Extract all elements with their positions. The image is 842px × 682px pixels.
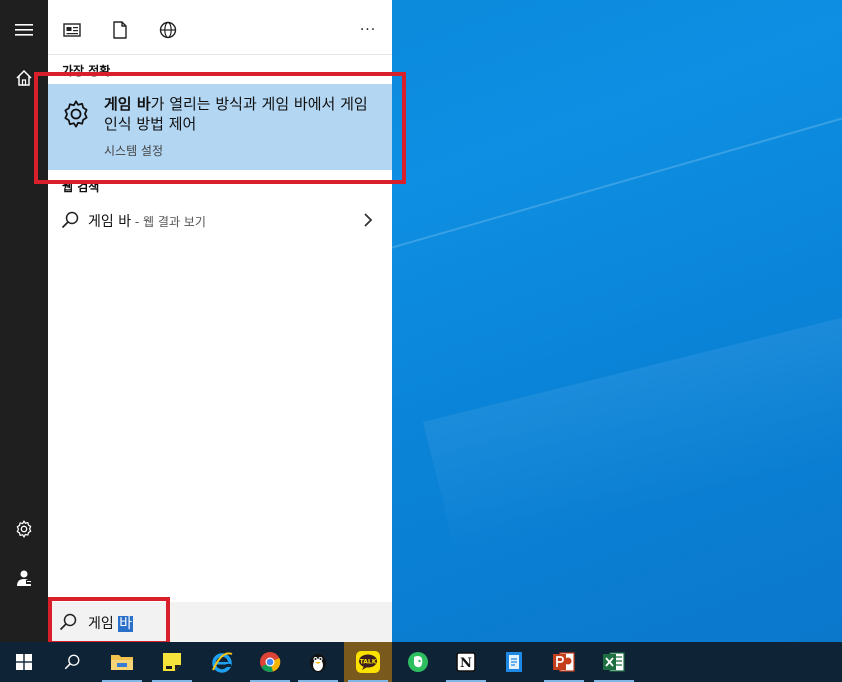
search-text-selected: 바 bbox=[118, 616, 134, 632]
web-result-query: 게임 바 bbox=[88, 214, 132, 230]
hamburger-menu-icon[interactable] bbox=[12, 18, 36, 42]
notion-label: N bbox=[460, 656, 472, 671]
chrome-icon[interactable] bbox=[246, 642, 294, 682]
search-text: 게임 bbox=[88, 616, 119, 632]
globe-icon[interactable] bbox=[156, 18, 180, 42]
search-toolbar: ··· bbox=[48, 0, 392, 55]
settings-gear-icon[interactable] bbox=[12, 517, 36, 541]
more-options-button[interactable]: ··· bbox=[356, 18, 380, 42]
start-icon[interactable] bbox=[0, 642, 48, 682]
settings-gear-icon bbox=[60, 98, 92, 130]
excel-icon[interactable] bbox=[590, 642, 638, 682]
best-match-subtitle: 시스템 설정 bbox=[104, 144, 164, 158]
best-match-title: 게임 바가 열리는 방식과 게임 바에서 게임 인식 방법 제어 bbox=[104, 94, 382, 134]
sticky-notes-icon[interactable] bbox=[148, 642, 196, 682]
news-icon[interactable] bbox=[60, 18, 84, 42]
app-icon[interactable] bbox=[490, 642, 538, 682]
file-explorer-icon[interactable] bbox=[98, 642, 146, 682]
web-search-label: 웹 검색 bbox=[62, 180, 100, 194]
search-box[interactable]: 게임 바 bbox=[48, 602, 392, 642]
search-icon bbox=[60, 210, 80, 230]
penguin-app-icon[interactable] bbox=[294, 642, 342, 682]
user-account-icon[interactable] bbox=[12, 566, 36, 590]
best-match-label: 가장 정확 bbox=[62, 64, 111, 78]
home-icon[interactable] bbox=[12, 66, 36, 90]
web-result-hint: - 웹 결과 보기 bbox=[131, 215, 206, 229]
search-icon[interactable] bbox=[48, 642, 96, 682]
chevron-right-icon[interactable] bbox=[360, 210, 376, 230]
search-input[interactable]: 게임 바 bbox=[88, 613, 134, 633]
kakaotalk-icon[interactable]: TALK bbox=[344, 642, 392, 682]
web-search-result[interactable]: 게임 바 - 웹 결과 보기 bbox=[48, 204, 392, 236]
taskbar: TALK N bbox=[0, 642, 842, 682]
internet-explorer-icon[interactable] bbox=[198, 642, 246, 682]
evernote-icon[interactable] bbox=[394, 642, 442, 682]
start-rail bbox=[0, 0, 48, 642]
search-results-panel: ··· 가장 정확 게임 바가 열리는 방식과 게임 바에서 게임 인식 방법 … bbox=[48, 0, 392, 642]
search-icon bbox=[58, 612, 78, 632]
best-match-title-bold: 게임 바 bbox=[104, 95, 151, 113]
powerpoint-icon[interactable] bbox=[540, 642, 588, 682]
document-icon[interactable] bbox=[108, 18, 132, 42]
best-match-item[interactable]: 게임 바가 열리는 방식과 게임 바에서 게임 인식 방법 제어 시스템 설정 bbox=[48, 84, 392, 170]
notion-icon[interactable]: N bbox=[442, 642, 490, 682]
web-result-text: 게임 바 - 웹 결과 보기 bbox=[88, 211, 206, 231]
kakaotalk-label: TALK bbox=[360, 659, 377, 666]
